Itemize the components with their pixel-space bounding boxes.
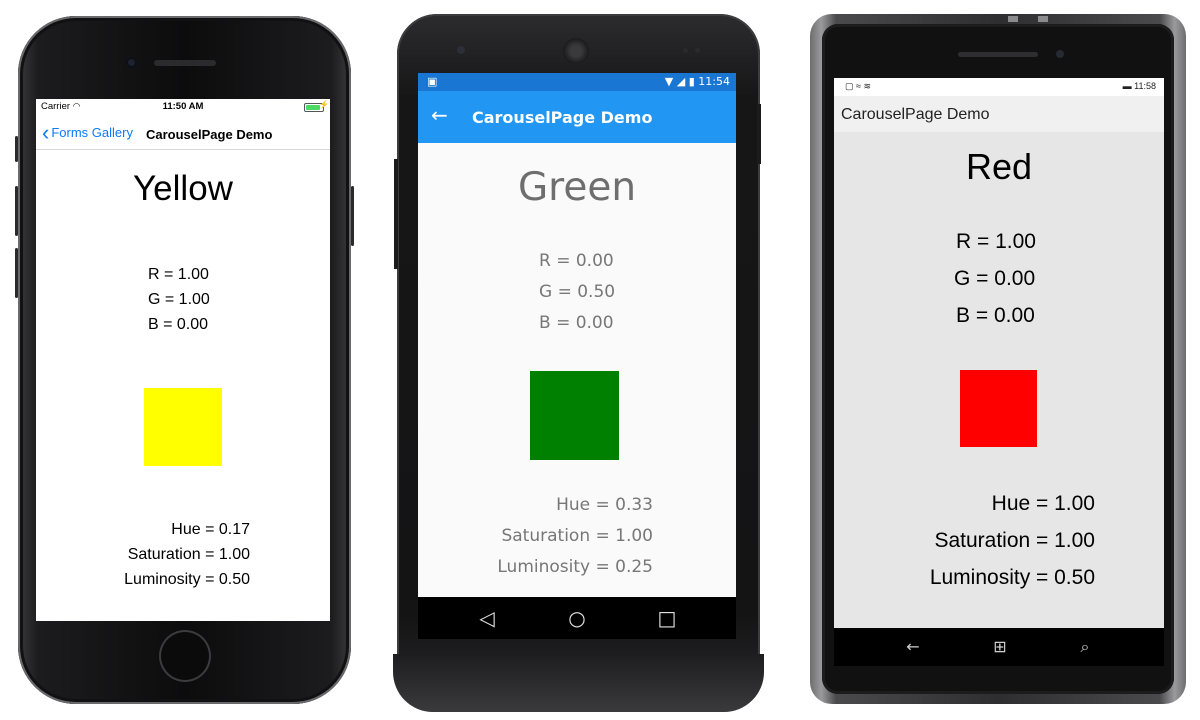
- wifi-icon: ▼: [664, 75, 674, 88]
- back-button[interactable]: ‹ Forms Gallery: [42, 119, 133, 145]
- page-title: CarouselPage Demo: [146, 127, 273, 142]
- windows-phone-device: ▢ ≈ ≋ ▬ 11:58 CarouselPage Demo Red R = …: [810, 14, 1186, 704]
- hardware-button: [1008, 16, 1018, 22]
- proximity-sensor: [457, 46, 465, 54]
- color-name: Red: [965, 146, 1033, 187]
- android-robot-icon: ▣: [427, 75, 438, 88]
- rgb-green: G = 0.50: [539, 282, 616, 302]
- android-status-bar: ▣ ▼ ◢ ▮ 11:54: [418, 73, 736, 91]
- android-navigation-bar: ◁ ○ □: [418, 597, 736, 639]
- rgb-red: R = 0.00: [539, 251, 614, 271]
- charging-icon: ⚡: [319, 100, 329, 109]
- saturation-label: Saturation = 1.00: [127, 546, 250, 563]
- rgb-blue: B = 0.00: [539, 313, 614, 333]
- earpiece-speaker: [563, 38, 589, 64]
- saturation-label: Saturation = 1.00: [934, 529, 1095, 552]
- status-time: 11:58: [1134, 81, 1156, 91]
- color-swatch: [960, 370, 1037, 447]
- windows-status-bar: ▢ ≈ ≋ ▬ 11:58: [834, 78, 1164, 96]
- hue-label: Hue = 0.33: [556, 495, 653, 515]
- back-button-label: Forms Gallery: [51, 125, 133, 140]
- earpiece: [154, 60, 216, 66]
- rgb-red: R = 1.00: [148, 266, 209, 283]
- color-name: Green: [517, 165, 637, 210]
- arrow-left-icon[interactable]: ←: [431, 103, 448, 127]
- power-button: [351, 186, 354, 246]
- hue-label: Hue = 1.00: [991, 492, 1095, 515]
- rgb-red: R = 1.00: [956, 230, 1036, 253]
- luminosity-label: Luminosity = 0.50: [124, 571, 250, 588]
- hue-label: Hue = 0.17: [171, 521, 250, 538]
- windows-title-bar: CarouselPage Demo: [834, 96, 1164, 132]
- home-circle-icon[interactable]: ○: [564, 605, 590, 631]
- battery-level: [306, 105, 320, 110]
- status-icons: ▢ ≈ ≋: [845, 81, 871, 92]
- signal-icon: ≈: [856, 81, 861, 91]
- volume-down-button: [15, 248, 18, 298]
- sensor-dot: [683, 48, 688, 53]
- android-screen: ▣ ▼ ◢ ▮ 11:54 ← CarouselPage Demo Green …: [418, 73, 736, 639]
- luminosity-label: Luminosity = 0.25: [497, 557, 653, 577]
- device-chin: [393, 654, 764, 712]
- saturation-label: Saturation = 1.00: [501, 526, 653, 546]
- status-right: ▬ 11:58: [1123, 81, 1156, 91]
- home-button[interactable]: [159, 630, 211, 682]
- wifi-icon: ≋: [863, 81, 872, 91]
- power-button: [757, 104, 761, 164]
- page-title: CarouselPage Demo: [472, 108, 653, 127]
- mute-switch: [15, 136, 18, 162]
- recents-square-icon[interactable]: □: [654, 605, 680, 631]
- back-triangle-icon[interactable]: ◁: [474, 605, 500, 631]
- color-name: Yellow: [133, 169, 233, 208]
- rgb-green: G = 1.00: [148, 291, 210, 308]
- windows-start-icon[interactable]: ⊞: [989, 636, 1011, 658]
- sensor-dot: [695, 48, 700, 53]
- rgb-green: G = 0.00: [954, 267, 1036, 290]
- volume-up-button: [15, 186, 18, 236]
- battery-icon: ▮: [688, 75, 695, 88]
- luminosity-label: Luminosity = 0.50: [929, 566, 1095, 589]
- android-device: ▣ ▼ ◢ ▮ 11:54 ← CarouselPage Demo Green …: [393, 14, 764, 712]
- front-camera: [126, 57, 137, 68]
- status-icons: ▼ ◢ ▮ 11:54: [665, 75, 730, 88]
- windows-screen: ▢ ≈ ≋ ▬ 11:58 CarouselPage Demo Red R = …: [834, 78, 1164, 628]
- rgb-blue: B = 0.00: [956, 304, 1035, 327]
- android-toolbar: ← CarouselPage Demo: [418, 91, 736, 143]
- chevron-left-icon: ‹: [42, 119, 50, 145]
- color-swatch: [144, 388, 222, 466]
- ios-status-bar: Carrier ◠ 11:50 AM ⚡: [36, 99, 330, 115]
- earpiece-speaker: [958, 52, 1038, 57]
- volume-rocker: [394, 159, 398, 269]
- iphone-device: Carrier ◠ 11:50 AM ⚡ ‹ Forms Gallery Car…: [15, 16, 354, 704]
- status-time: 11:54: [698, 75, 730, 88]
- search-icon[interactable]: ⌕: [1074, 636, 1096, 658]
- page-title: CarouselPage Demo: [841, 106, 990, 123]
- windows-navigation-bar: ← ⊞ ⌕: [834, 628, 1164, 666]
- ios-navigation-bar: ‹ Forms Gallery CarouselPage Demo: [36, 119, 330, 150]
- ios-screen: Carrier ◠ 11:50 AM ⚡ ‹ Forms Gallery Car…: [36, 99, 330, 621]
- back-arrow-icon[interactable]: ←: [902, 636, 924, 658]
- battery-icon: ▬: [1122, 81, 1132, 91]
- rgb-blue: B = 0.00: [148, 316, 209, 333]
- front-camera: [1056, 50, 1064, 58]
- signal-icon: ◢: [676, 75, 686, 88]
- hardware-button: [1038, 16, 1048, 22]
- status-time: 11:50 AM: [162, 101, 204, 112]
- color-swatch: [530, 371, 619, 460]
- notification-icon: ▢: [845, 81, 854, 91]
